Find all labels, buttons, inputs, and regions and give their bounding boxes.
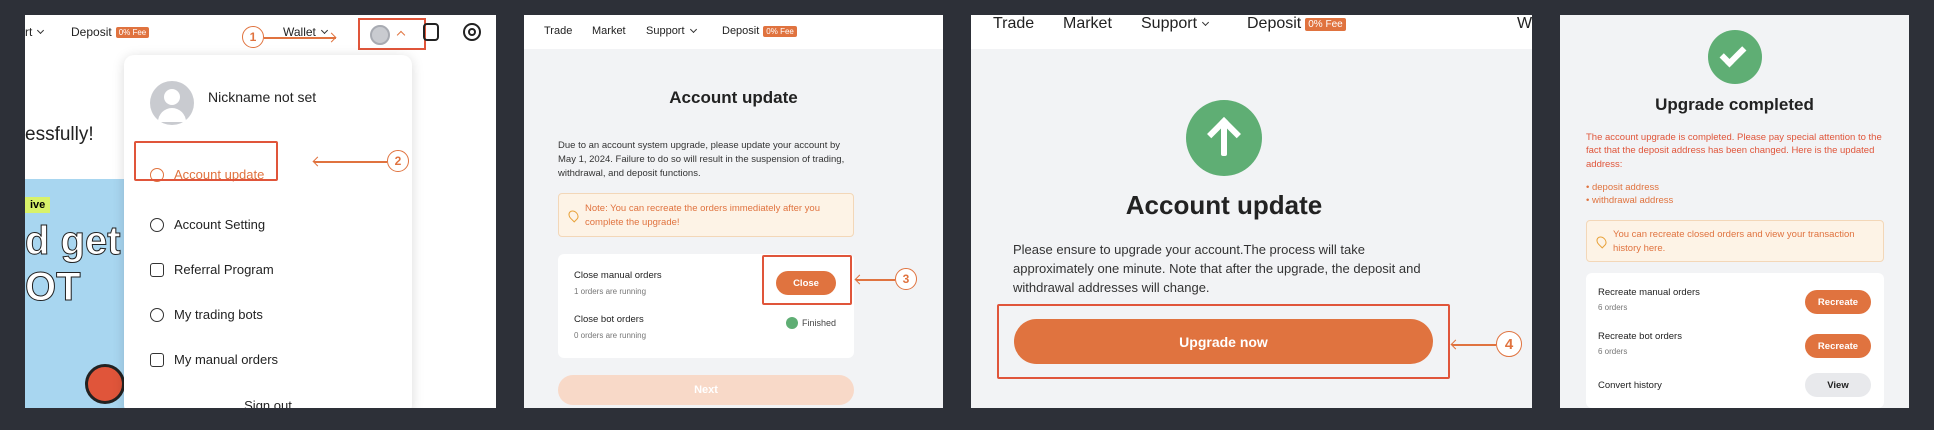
nav-market[interactable]: Market <box>592 25 626 37</box>
top-nav: Trade Market Support Deposit 0% Fee W <box>971 15 1532 49</box>
highlight-account-update <box>134 141 278 181</box>
arrow-up-circle-icon <box>1186 100 1262 176</box>
row-subtitle: 1 orders are running <box>574 287 647 296</box>
list-item[interactable]: • withdrawal address <box>1586 194 1673 207</box>
live-badge: ive <box>25 197 51 213</box>
arrow-line <box>314 161 387 163</box>
location-pin-icon <box>1594 234 1609 249</box>
history-note: You can recreate closed orders and view … <box>1586 220 1884 262</box>
nickname-label: Nickname not set <box>208 89 317 105</box>
success-text: essfully! <box>25 124 94 145</box>
page-title: Upgrade completed <box>1655 95 1814 114</box>
nav-support[interactable]: rt <box>25 25 32 39</box>
nav-support[interactable]: Support <box>1141 15 1197 33</box>
nav-deposit[interactable]: Deposit <box>722 25 759 37</box>
row-title: Recreate manual orders <box>1598 287 1700 298</box>
next-button[interactable]: Next <box>558 375 854 405</box>
step-2-marker: 2 <box>387 150 409 172</box>
menu-item-referral[interactable]: Referral Program <box>150 262 274 277</box>
check-circle-icon <box>786 317 798 329</box>
view-history-button[interactable]: View <box>1805 373 1871 397</box>
panel-upgrade-completed: Upgrade completed The account upgrade is… <box>1560 15 1909 408</box>
step-4-marker: 4 <box>1496 331 1522 357</box>
recreate-note: Note: You can recreate the orders immedi… <box>558 193 854 237</box>
bot-icon <box>150 307 164 322</box>
update-description: Due to an account system upgrade, please… <box>558 140 845 179</box>
menu-item-account-setting[interactable]: Account Setting <box>150 217 265 232</box>
fee-badge: 0% Fee <box>115 26 150 38</box>
row-subtitle: 0 orders are running <box>574 331 647 340</box>
referral-icon <box>150 262 164 277</box>
row-title: Close bot orders <box>574 314 644 325</box>
row-title: Recreate bot orders <box>1598 331 1682 342</box>
chevron-up-icon <box>396 30 406 40</box>
nav-trade[interactable]: Trade <box>993 15 1034 33</box>
nav-wallet-cut[interactable]: W <box>1517 15 1532 33</box>
row-title: Convert history <box>1598 380 1662 391</box>
recreate-card: Recreate manual orders 6 orders Recreate… <box>1586 273 1884 408</box>
step-3-marker: 3 <box>895 268 917 290</box>
nav-trade[interactable]: Trade <box>544 25 572 37</box>
menu-item-trading-bots[interactable]: My trading bots <box>150 307 263 322</box>
recreate-manual-button[interactable]: Recreate <box>1805 290 1871 314</box>
nav-market[interactable]: Market <box>1063 15 1112 33</box>
user-icon <box>150 217 164 232</box>
row-subtitle: 6 orders <box>1598 347 1628 356</box>
upgrade-description: Please ensure to upgrade your account.Th… <box>1013 242 1421 295</box>
check-circle-icon <box>1708 30 1762 84</box>
app-download-icon[interactable] <box>423 23 439 41</box>
location-pin-icon <box>566 208 581 223</box>
promo-heading-2: OT <box>25 265 81 310</box>
user-dropdown: Nickname not set Account update Account … <box>124 55 412 408</box>
nav-deposit[interactable]: Deposit <box>1247 15 1301 33</box>
arrow-line <box>264 37 336 39</box>
avatar-icon <box>370 25 390 45</box>
highlight-upgrade-now <box>997 304 1450 379</box>
page-title: Account update <box>1125 190 1323 220</box>
menu-item-manual-orders[interactable]: My manual orders <box>150 352 278 367</box>
row-subtitle: 6 orders <box>1598 303 1628 312</box>
step-1-marker: 1 <box>242 26 264 48</box>
note-text: You can recreate closed orders and view … <box>1613 229 1855 254</box>
nav-deposit[interactable]: Deposit <box>71 25 112 39</box>
finished-status: Finished <box>786 317 836 329</box>
settings-icon[interactable] <box>463 23 481 41</box>
coin-icon <box>85 364 125 404</box>
updated-address-list: • deposit address • withdrawal address <box>1586 181 1673 208</box>
note-text: Note: You can recreate the orders immedi… <box>585 203 820 228</box>
panel-upgrade-now: Trade Market Support Deposit 0% Fee W Acc… <box>971 15 1532 408</box>
promo-heading: d get <box>25 219 121 264</box>
avatar-button[interactable] <box>358 18 426 50</box>
list-item[interactable]: • deposit address <box>1586 181 1673 194</box>
row-title: Close manual orders <box>574 270 662 281</box>
profile-avatar <box>150 81 194 125</box>
recreate-bot-button[interactable]: Recreate <box>1805 334 1871 358</box>
panel-user-menu: rt Deposit 0% Fee Wallet essfully! ive d… <box>25 15 496 408</box>
panel-account-update-close-orders: Trade Market Support Deposit 0% Fee Accou… <box>524 15 943 408</box>
completion-warning: The account upgrade is completed. Please… <box>1586 132 1882 170</box>
promo-banner: ive d get OT <box>25 179 135 408</box>
sign-out-link[interactable]: Sign out <box>124 398 412 408</box>
fee-badge: 0% Fee <box>763 25 797 37</box>
fee-badge: 0% Fee <box>1305 17 1346 31</box>
top-nav: Trade Market Support Deposit 0% Fee <box>524 15 943 49</box>
page-title: Account update <box>669 88 798 107</box>
nav-support[interactable]: Support <box>646 25 685 37</box>
orders-icon <box>150 352 164 367</box>
highlight-close-button <box>762 255 852 305</box>
